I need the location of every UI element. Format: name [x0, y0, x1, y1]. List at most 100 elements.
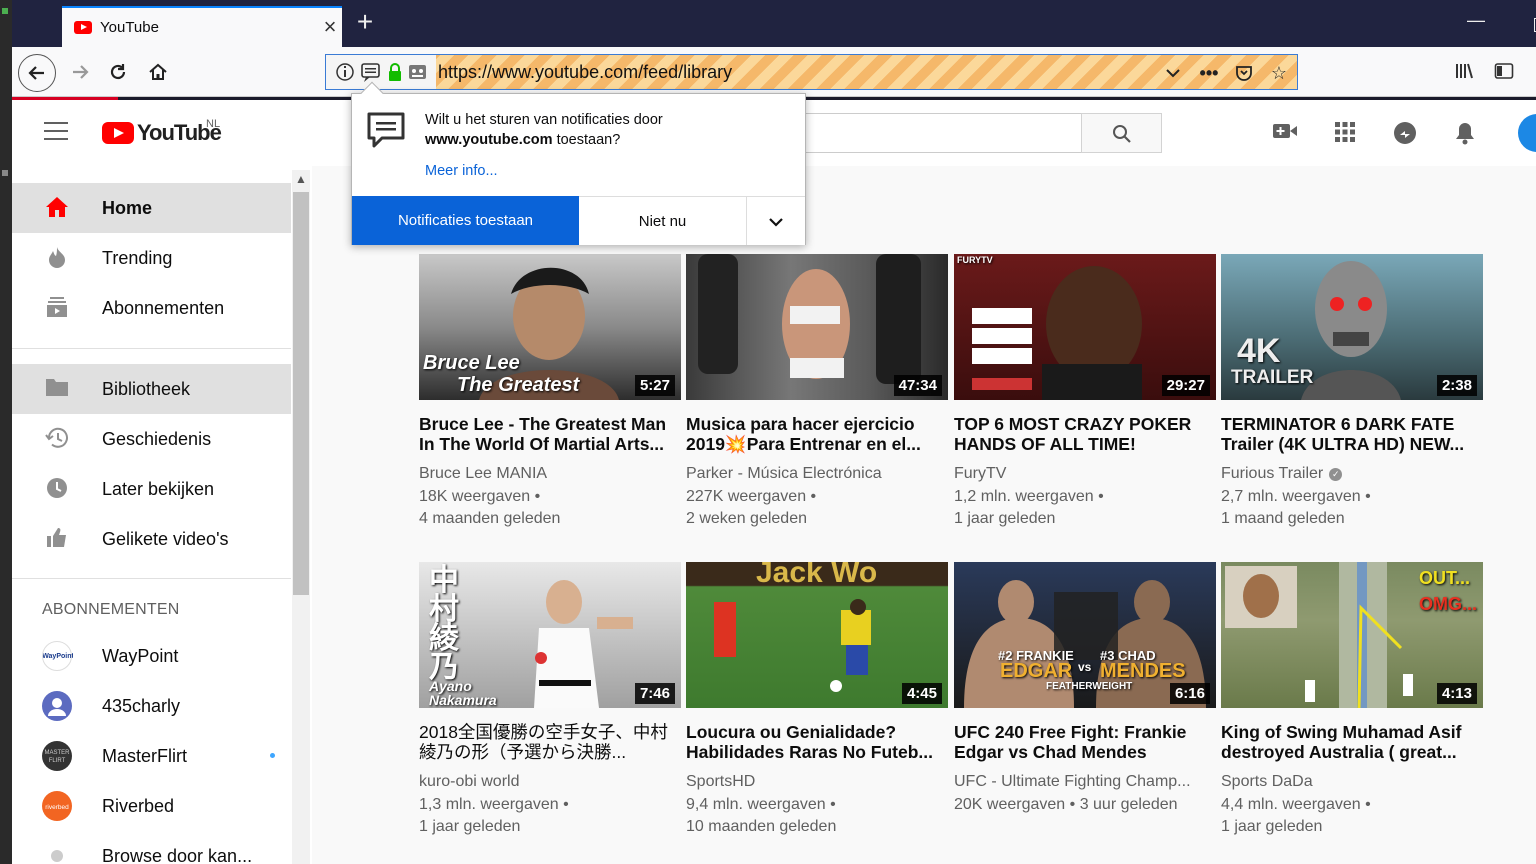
- video-card[interactable]: 中村綾乃 Ayano Nakamura 7:46 2018全国優勝の空手女子、中村…: [419, 562, 681, 852]
- video-card[interactable]: OUT... OMG... 4:13 King of Swing Muhamad…: [1221, 562, 1483, 852]
- notification-permission-popup: Wilt u het sturen van notificaties door w…: [351, 81, 806, 245]
- video-thumbnail[interactable]: #2 FRANKIE EDGAR vs #3 CHAD MENDES FEATH…: [954, 562, 1216, 708]
- chat-bubble-icon: [366, 112, 406, 148]
- video-duration: 4:13: [1436, 683, 1477, 704]
- video-thumbnail[interactable]: OUT... OMG... 4:13: [1221, 562, 1483, 708]
- sidebar-toggle-icon[interactable]: [1494, 61, 1514, 86]
- video-views: 227K weergaven •: [686, 488, 817, 505]
- more-actions-icon[interactable]: •••: [1197, 61, 1221, 85]
- tab-youtube[interactable]: YouTube ×: [62, 6, 342, 47]
- sidebar-item-library[interactable]: Bibliotheek: [12, 364, 291, 414]
- forward-button[interactable]: [64, 56, 96, 88]
- video-card[interactable]: Jack Wo 4:45 Loucura ou Genialidade? Hab…: [686, 562, 948, 852]
- video-title[interactable]: Loucura ou Genialidade? Habilidades Rara…: [686, 722, 948, 762]
- video-views: 1,3 mln. weergaven •: [419, 796, 569, 813]
- clock-icon: [44, 477, 70, 501]
- video-channel[interactable]: FuryTV: [954, 465, 1216, 483]
- sidebar-item-subscriptions[interactable]: Abonnementen: [12, 283, 291, 333]
- sidebar-item-liked-videos[interactable]: Gelikete video's: [12, 514, 291, 564]
- not-now-button[interactable]: Niet nu: [579, 196, 747, 245]
- sidebar-item-trending[interactable]: Trending: [12, 233, 291, 283]
- svg-text:MASTER: MASTER: [44, 750, 70, 756]
- sidebar-sub-masterflirt[interactable]: MASTER FLIRT MasterFlirt: [12, 731, 291, 781]
- url-text[interactable]: https://www.youtube.com/feed/library: [438, 62, 732, 83]
- info-icon[interactable]: [336, 63, 354, 81]
- apps-grid-icon[interactable]: [1332, 121, 1358, 145]
- minimize-button[interactable]: —: [1467, 10, 1485, 31]
- sidebar-item-home[interactable]: Home: [12, 183, 291, 233]
- bookmark-star-icon[interactable]: ☆: [1267, 61, 1291, 85]
- scrollbar-thumb[interactable]: [293, 192, 309, 595]
- video-title[interactable]: TOP 6 MOST CRAZY POKER HANDS OF ALL TIME…: [954, 414, 1216, 454]
- chevron-down-icon[interactable]: [1161, 61, 1185, 85]
- video-views: 1,2 mln. weergaven •: [954, 488, 1104, 505]
- svg-text:FLIRT: FLIRT: [49, 758, 66, 764]
- more-options-dropdown[interactable]: [747, 196, 805, 245]
- reload-button[interactable]: [102, 56, 134, 88]
- account-avatar[interactable]: [1518, 114, 1536, 152]
- video-channel[interactable]: UFC - Ultimate Fighting Champ...: [954, 773, 1216, 791]
- video-title[interactable]: UFC 240 Free Fight: Frankie Edgar vs Cha…: [954, 722, 1216, 762]
- video-thumbnail[interactable]: 中村綾乃 Ayano Nakamura 7:46: [419, 562, 681, 708]
- url-bar[interactable]: https://www.youtube.com/feed/library •••…: [325, 54, 1298, 90]
- sidebar-browse-channels[interactable]: Browse door kan...: [12, 831, 291, 864]
- sidebar-sub-435charly[interactable]: 435charly: [12, 681, 291, 731]
- tracking-robot-icon[interactable]: [409, 65, 426, 79]
- video-title[interactable]: Musica para hacer ejercicio 2019💥Para En…: [686, 414, 948, 454]
- video-title[interactable]: TERMINATOR 6 DARK FATE Trailer (4K ULTRA…: [1221, 414, 1483, 454]
- video-title[interactable]: King of Swing Muhamad Asif destroyed Aus…: [1221, 722, 1483, 762]
- menu-hamburger-icon[interactable]: [44, 122, 68, 140]
- video-channel[interactable]: SportsHD: [686, 773, 948, 791]
- home-button[interactable]: [142, 56, 174, 88]
- video-channel[interactable]: Sports DaDa: [1221, 773, 1483, 791]
- video-duration: 4:45: [901, 683, 942, 704]
- create-video-icon[interactable]: [1272, 121, 1298, 145]
- video-thumbnail[interactable]: Jack Wo 4:45: [686, 562, 948, 708]
- close-tab-icon[interactable]: ×: [318, 16, 342, 40]
- region-label: NL: [206, 118, 221, 130]
- sidebar-sub-waypoint[interactable]: WayPoint WayPoint: [12, 631, 291, 681]
- video-card[interactable]: Bruce Lee The Greatest 5:27 Bruce Lee - …: [419, 254, 681, 544]
- notification-permission-icon[interactable]: [361, 63, 380, 82]
- tab-title: YouTube: [100, 19, 159, 36]
- video-age: 1 jaar geleden: [419, 818, 521, 835]
- search-button[interactable]: [1081, 113, 1162, 153]
- pocket-icon[interactable]: [1232, 61, 1256, 85]
- sidebar-item-watch-later[interactable]: Later bekijken: [12, 464, 291, 514]
- video-thumbnail[interactable]: 4K TRAILER 2:38: [1221, 254, 1483, 400]
- video-duration: 6:16: [1169, 683, 1210, 704]
- search-input[interactable]: [802, 113, 1082, 153]
- lock-icon[interactable]: [389, 63, 401, 81]
- video-channel[interactable]: kuro-obi world: [419, 773, 681, 791]
- sidebar-item-history[interactable]: Geschiedenis: [12, 414, 291, 464]
- video-card[interactable]: 47:34 Musica para hacer ejercicio 2019💥P…: [686, 254, 948, 544]
- sidebar-scrollbar[interactable]: ▲: [292, 170, 310, 864]
- video-thumbnail[interactable]: FURYTV 29:27: [954, 254, 1216, 400]
- video-duration: 29:27: [1161, 375, 1210, 396]
- new-tab-button[interactable]: +: [352, 8, 378, 36]
- back-button[interactable]: [18, 54, 56, 92]
- site-identity-icons[interactable]: [326, 55, 436, 89]
- tab-bar: YouTube × + —: [12, 0, 1536, 47]
- video-title[interactable]: Bruce Lee - The Greatest Man In The Worl…: [419, 414, 681, 454]
- video-card[interactable]: #2 FRANKIE EDGAR vs #3 CHAD MENDES FEATH…: [954, 562, 1216, 852]
- thumbs-up-icon: [44, 527, 70, 551]
- video-title[interactable]: 2018全国優勝の空手女子、中村綾乃の形（予選から決勝...: [419, 722, 681, 762]
- video-channel[interactable]: Bruce Lee MANIA: [419, 465, 681, 483]
- video-channel[interactable]: Furious Trailer ✓: [1221, 465, 1483, 483]
- library-icon[interactable]: [1454, 61, 1474, 86]
- scroll-up-icon[interactable]: ▲: [295, 172, 307, 186]
- allow-notifications-button[interactable]: Notificaties toestaan: [352, 196, 579, 245]
- messages-icon[interactable]: [1392, 121, 1418, 145]
- video-card[interactable]: FURYTV 29:27 TOP 6 MOST CRAZY POKER HAND…: [954, 254, 1216, 544]
- video-thumbnail[interactable]: 47:34: [686, 254, 948, 400]
- notifications-bell-icon[interactable]: [1452, 121, 1478, 145]
- video-channel[interactable]: Parker - Música Electrónica: [686, 465, 948, 483]
- sidebar-sub-riverbed[interactable]: riverbed Riverbed: [12, 781, 291, 831]
- arrow-right-icon: [73, 65, 89, 79]
- video-thumbnail[interactable]: Bruce Lee The Greatest 5:27: [419, 254, 681, 400]
- video-card[interactable]: 4K TRAILER 2:38 TERMINATOR 6 DARK FATE T…: [1221, 254, 1483, 544]
- video-views: 9,4 mln. weergaven •: [686, 796, 836, 813]
- desktop-edge: [0, 0, 12, 864]
- more-info-link[interactable]: Meer info...: [425, 163, 498, 179]
